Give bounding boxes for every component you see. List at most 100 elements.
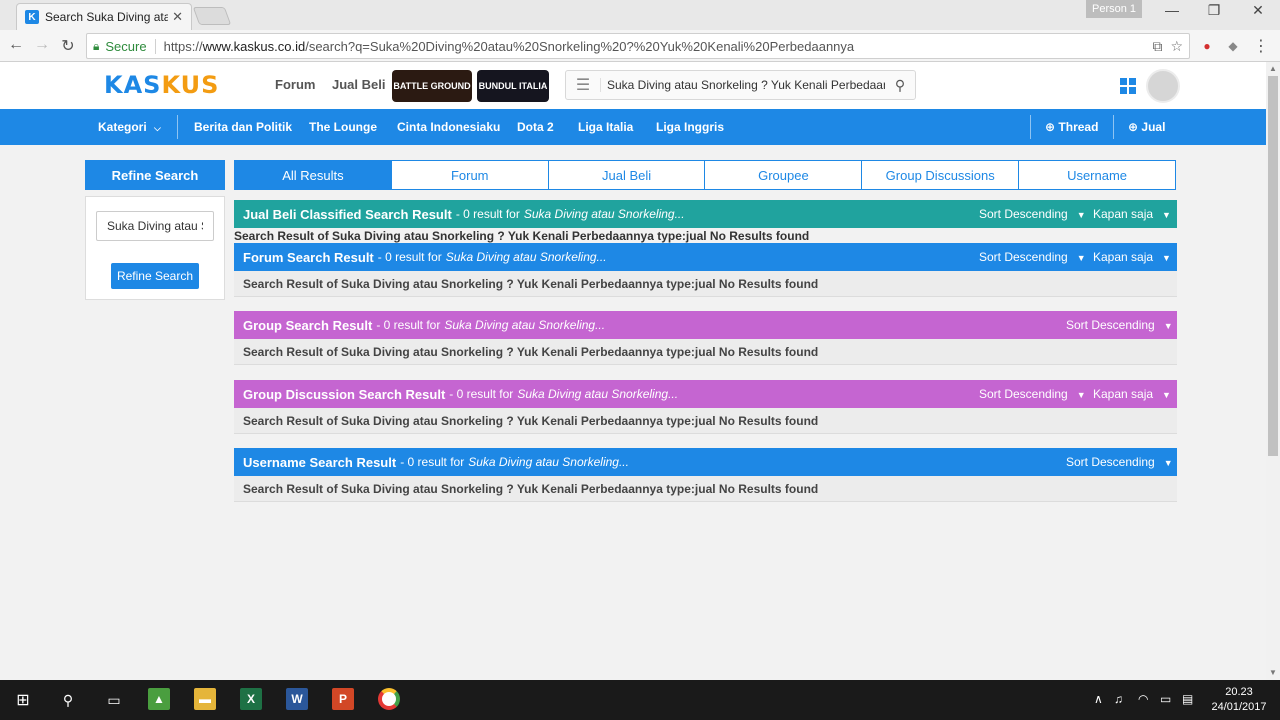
search-icon[interactable]: ⚲ — [885, 77, 915, 94]
search-icon[interactable]: ⚲ — [57, 689, 79, 711]
extension-icon[interactable]: ● — [1198, 37, 1216, 55]
close-icon[interactable]: ✕ — [172, 9, 183, 25]
minimize-icon[interactable]: — — [1162, 2, 1182, 18]
plus-circle-icon: ⊕ — [1128, 120, 1139, 134]
caret-down-icon: ▼ — [1076, 210, 1086, 220]
profile-button[interactable]: Person 1 — [1086, 0, 1142, 18]
url-scheme: https:// — [163, 38, 203, 54]
section-header-group: Group Search Result - 0 result for Suka … — [234, 311, 1177, 339]
menu-icon[interactable]: ☰ — [566, 75, 600, 95]
caret-down-icon: ▼ — [1163, 321, 1173, 331]
create-jual-button[interactable]: ⊕ Jual — [1128, 120, 1165, 134]
time-filter-dropdown[interactable]: Kapan saja ▼ — [1093, 387, 1171, 401]
no-results-message: Search Result of Suka Diving atau Snorke… — [234, 271, 1177, 297]
refine-search-heading: Refine Search — [85, 160, 225, 190]
no-results-message: Search Result of Suka Diving atau Snorke… — [234, 476, 1177, 502]
tab-groupee[interactable]: Groupee — [704, 161, 861, 189]
tab-group-discussions[interactable]: Group Discussions — [861, 161, 1018, 189]
scrollbar-thumb[interactable] — [1268, 76, 1278, 456]
notification-icon[interactable]: ▤ — [1182, 692, 1193, 706]
no-results-message: Search Result of Suka Diving atau Snorke… — [234, 339, 1177, 365]
nav-divider — [1030, 115, 1031, 139]
sort-dropdown[interactable]: Sort Descending ▼ — [1066, 318, 1173, 332]
secure-label: Secure — [105, 38, 156, 54]
nav-item-liga-inggris[interactable]: Liga Inggris — [656, 120, 724, 134]
plus-circle-icon: ⊕ — [1045, 120, 1056, 134]
reload-icon[interactable]: ↻ — [58, 36, 78, 56]
battery-icon[interactable]: ▭ — [1160, 692, 1171, 706]
taskbar-clock[interactable]: 20.23 24/01/2017 — [1206, 685, 1272, 715]
nav-divider — [177, 115, 178, 139]
task-view-icon[interactable]: ▭ — [103, 689, 125, 711]
menu-dots-icon[interactable]: ⋮ — [1252, 37, 1270, 55]
bookmark-star-icon[interactable]: ☆ — [1170, 38, 1183, 55]
tab-forum[interactable]: Forum — [390, 161, 548, 189]
windows-start-icon[interactable]: ⊞ — [12, 689, 34, 711]
site-header: KASKUS Forum Jual Beli BATTLE GROUND BUN… — [0, 62, 1266, 109]
url-text[interactable]: https://www.kaskus.co.id/search?q=Suka%2… — [164, 39, 1145, 54]
chevron-up-icon[interactable]: ∧ — [1094, 692, 1103, 706]
time-filter-dropdown[interactable]: Kapan saja ▼ — [1093, 250, 1171, 264]
kaskus-logo[interactable]: KASKUS — [104, 71, 219, 99]
volume-icon[interactable]: ♫ — [1114, 692, 1123, 706]
apps-grid-icon[interactable] — [1120, 78, 1136, 94]
no-results-message: Search Result of Suka Diving atau Snorke… — [234, 408, 1177, 434]
avatar[interactable] — [1146, 69, 1180, 103]
caret-down-icon: ▼ — [1163, 458, 1173, 468]
jual-beli-link[interactable]: Jual Beli — [332, 77, 385, 92]
kategori-dropdown[interactable]: Kategori ⌵ — [98, 120, 161, 134]
window-close-icon[interactable]: ✕ — [1248, 2, 1268, 19]
url-host: www.kaskus.co.id — [202, 38, 306, 54]
scroll-up-icon[interactable]: ▲ — [1266, 62, 1280, 76]
caret-down-icon: ▼ — [1162, 253, 1171, 263]
time-filter-dropdown[interactable]: Kapan saja ▼ — [1093, 207, 1171, 221]
windows-taskbar: ⊞ ⚲ ▭ ▲ ▬ X W P ∧ ♫ ◠ ▭ ▤ 20.23 24/01/20… — [0, 680, 1280, 720]
sort-dropdown[interactable]: Sort Descending ▼ — [979, 387, 1086, 401]
section-header-username: Username Search Result - 0 result for Su… — [234, 448, 1177, 476]
powerpoint-icon[interactable]: P — [332, 688, 354, 710]
tab-all-results[interactable]: All Results — [235, 161, 391, 189]
nav-item-liga-italia[interactable]: Liga Italia — [578, 120, 633, 134]
chevron-down-icon: ⌵ — [154, 123, 161, 133]
file-explorer-icon[interactable]: ▬ — [194, 688, 216, 710]
refine-search-button[interactable]: Refine Search — [111, 263, 199, 289]
nav-item-berita[interactable]: Berita dan Politik — [194, 120, 292, 134]
tab-username[interactable]: Username — [1018, 161, 1175, 189]
refine-search-input[interactable] — [96, 211, 214, 241]
extension-shield-icon[interactable]: ◆ — [1224, 37, 1242, 55]
bundul-italia-badge[interactable]: BUNDUL ITALIA — [477, 70, 549, 102]
browser-tab[interactable]: K Search Suka Diving atau Snorkeling ✕ — [16, 3, 192, 30]
category-nav: Kategori ⌵ Berita dan Politik The Lounge… — [0, 109, 1266, 145]
chrome-icon[interactable] — [378, 688, 400, 710]
scroll-down-icon[interactable]: ▼ — [1266, 666, 1280, 680]
nav-divider — [1113, 115, 1114, 139]
restore-icon[interactable]: ❐ — [1204, 2, 1224, 19]
address-bar[interactable]: 🔒︎ Secure https://www.kaskus.co.id/searc… — [86, 33, 1190, 59]
section-header-forum: Forum Search Result - 0 result for Suka … — [234, 243, 1177, 271]
new-tab-button[interactable] — [192, 7, 232, 25]
excel-icon[interactable]: X — [240, 688, 262, 710]
caret-down-icon: ▼ — [1162, 210, 1171, 220]
word-icon[interactable]: W — [286, 688, 308, 710]
result-tabs: All Results Forum Jual Beli Groupee Grou… — [234, 160, 1176, 190]
sort-dropdown[interactable]: Sort Descending ▼ — [979, 250, 1086, 264]
search-input[interactable]: Suka Diving atau Snorkeling ? Yuk Kenali… — [600, 78, 885, 92]
nav-item-dota2[interactable]: Dota 2 — [517, 120, 554, 134]
photos-app-icon[interactable]: ▲ — [148, 688, 170, 710]
create-thread-button[interactable]: ⊕ Thread — [1045, 120, 1098, 134]
wifi-icon[interactable]: ◠ — [1138, 692, 1148, 706]
section-header-group-discussion: Group Discussion Search Result - 0 resul… — [234, 380, 1177, 408]
back-arrow-icon[interactable]: ← — [6, 36, 26, 54]
refine-search-panel: Refine Search — [85, 196, 225, 300]
sort-dropdown[interactable]: Sort Descending ▼ — [979, 207, 1086, 221]
site-search[interactable]: ☰ Suka Diving atau Snorkeling ? Yuk Kena… — [565, 70, 916, 100]
tab-jual-beli[interactable]: Jual Beli — [547, 161, 705, 189]
forum-link[interactable]: Forum — [275, 77, 315, 92]
nav-item-cinta-indonesiaku[interactable]: Cinta Indonesiaku — [397, 120, 500, 134]
sort-dropdown[interactable]: Sort Descending ▼ — [1066, 455, 1173, 469]
nav-item-lounge[interactable]: The Lounge — [309, 120, 377, 134]
forward-arrow-icon[interactable]: → — [32, 36, 52, 54]
browser-titlebar: K Search Suka Diving atau Snorkeling ✕ P… — [0, 0, 1280, 30]
battle-ground-badge[interactable]: BATTLE GROUND — [392, 70, 472, 102]
translate-icon[interactable]: ⧉ — [1152, 38, 1162, 55]
